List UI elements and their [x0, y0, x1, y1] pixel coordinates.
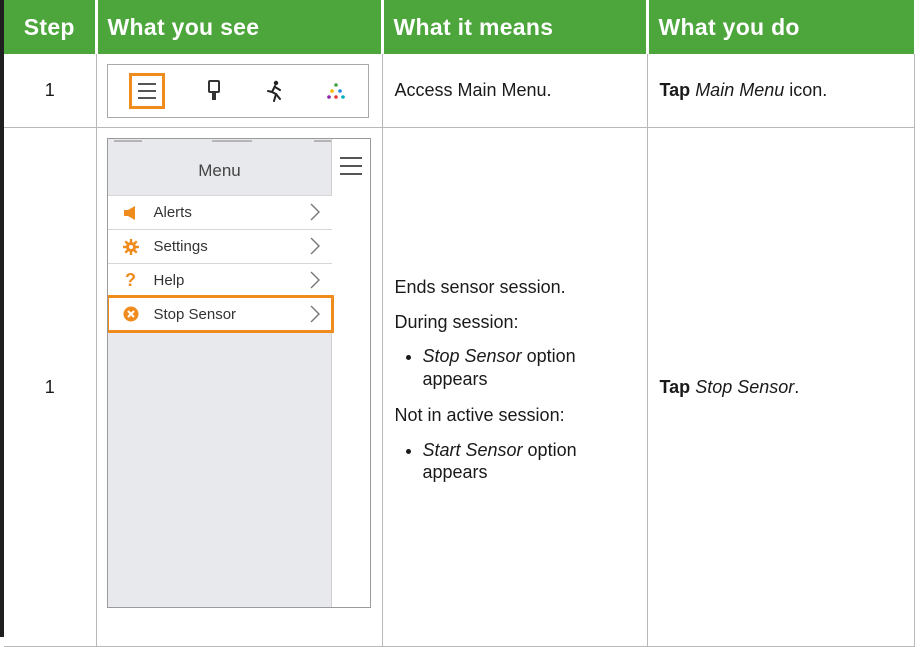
- meaning-line: Ends sensor session.: [394, 277, 566, 298]
- meaning-line: Not in active session:: [394, 405, 565, 426]
- chevron-right-icon: [310, 305, 320, 327]
- action-rest: icon.: [784, 80, 828, 100]
- action-target: Stop Sensor: [695, 376, 795, 397]
- menu-item-label: Settings: [153, 238, 208, 255]
- chevron-right-icon: [310, 203, 320, 225]
- list-item: Start Sensor option appears: [423, 439, 635, 484]
- activity-icon: [264, 80, 284, 102]
- stop-icon: [122, 306, 140, 322]
- question-icon: ?: [125, 270, 136, 290]
- header-what-it-means: What it means: [382, 0, 649, 54]
- bullet-list: Start Sensor option appears: [395, 439, 635, 484]
- menu-item-stop-sensor: Stop Sensor: [107, 295, 334, 333]
- menu-item-help: ? Help: [107, 263, 332, 297]
- menu-item-settings: Settings: [107, 229, 332, 263]
- table-row: 1: [4, 127, 915, 647]
- main-menu-icon: [128, 72, 165, 109]
- menu-item-label: Help: [153, 272, 185, 289]
- list-item: Stop Sensor option appears: [423, 345, 635, 390]
- instruction-table: Step What you see What it means What you…: [4, 0, 915, 647]
- what-you-do-cell: Tap Main Menu icon.: [647, 54, 915, 128]
- meaning-line: During session:: [394, 311, 519, 332]
- sensor-icon: [207, 79, 221, 102]
- what-you-do-cell: Tap Stop Sensor.: [647, 127, 915, 647]
- menu-title: Menu: [198, 161, 241, 180]
- hamburger-icon: [339, 155, 362, 182]
- speaker-icon: [122, 205, 140, 220]
- menu-item-label: Alerts: [153, 204, 192, 221]
- menu-sidebar: [330, 139, 370, 607]
- header-what-you-do: What you do: [647, 0, 914, 54]
- dots-icon: [326, 81, 346, 101]
- app-toolbar-image: [106, 63, 369, 118]
- gear-icon: [122, 238, 140, 255]
- bullet-list: Stop Sensor option appears: [395, 345, 635, 390]
- action-target: Main Menu: [695, 80, 785, 100]
- menu-item-alerts: Alerts: [107, 195, 332, 229]
- step-number: 1: [4, 54, 97, 128]
- meaning-text: Access Main Menu.: [394, 80, 552, 100]
- chevron-right-icon: [310, 271, 320, 293]
- what-it-means-cell: Ends sensor session. During session: Sto…: [382, 127, 648, 647]
- phone-menu-screenshot: Menu Alerts Settings ? Help Stop Sensor: [106, 138, 371, 608]
- action-rest: .: [794, 376, 800, 397]
- what-you-see-cell: [96, 54, 383, 128]
- what-it-means-cell: Access Main Menu.: [382, 54, 648, 128]
- action-verb: Tap: [659, 376, 691, 397]
- table-header-row: Step What you see What it means What you…: [4, 0, 914, 54]
- action-verb: Tap: [659, 80, 691, 100]
- step-number: 1: [4, 127, 97, 647]
- what-you-see-cell: Menu Alerts Settings ? Help Stop Sensor: [96, 127, 383, 647]
- menu-item-label: Stop Sensor: [153, 305, 237, 323]
- table-row: 1: [4, 54, 915, 128]
- header-step: Step: [4, 0, 98, 54]
- menu-list: Alerts Settings ? Help Stop Sensor: [107, 195, 334, 333]
- header-what-you-see: What you see: [96, 0, 384, 54]
- chevron-right-icon: [310, 237, 320, 259]
